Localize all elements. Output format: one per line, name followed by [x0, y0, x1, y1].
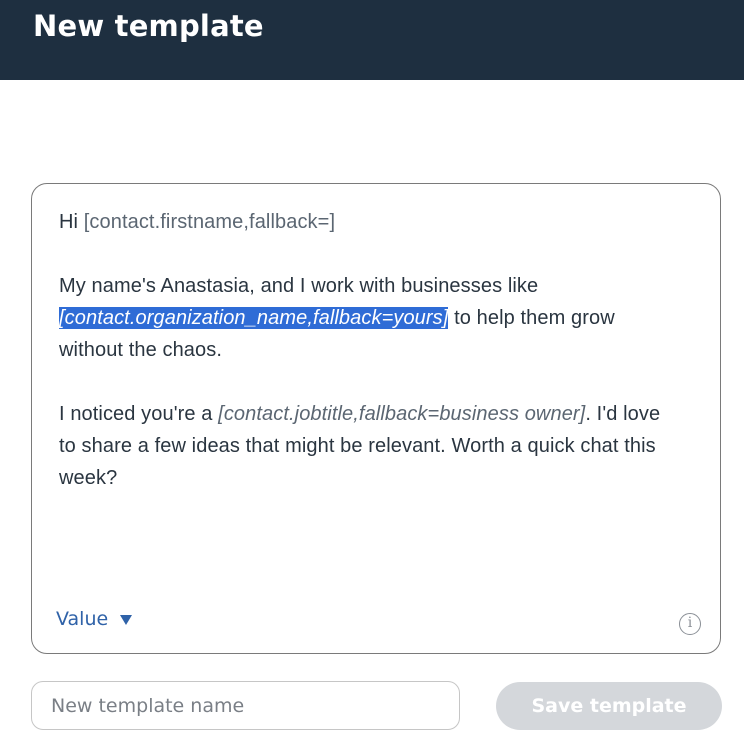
- caret-down-icon: [120, 614, 133, 625]
- info-icon[interactable]: i: [679, 613, 701, 635]
- intro-line-3: without the chaos.: [59, 339, 223, 361]
- intro-line-1: My name's Anastasia, and I work with bus…: [59, 275, 539, 297]
- firstname-placeholder-token[interactable]: [contact.firstname,fallback=]: [84, 211, 335, 233]
- header-accent-line: [0, 80, 32, 82]
- save-template-button[interactable]: Save template: [496, 682, 722, 730]
- template-body-editor[interactable]: Hi [contact.firstname,fallback=] My name…: [31, 183, 721, 654]
- intro-line-2: [contact.organization_name,fallback=your…: [59, 302, 699, 334]
- page-title: New template: [33, 9, 264, 43]
- pitch-line-2: to share a few ideas that might be relev…: [59, 435, 656, 457]
- pitch-line-3: week?: [59, 467, 118, 489]
- organization-placeholder-token-selected[interactable]: [contact.organization_name,fallback=your…: [59, 307, 449, 329]
- greeting-text: Hi: [59, 211, 84, 233]
- pitch-line-1-prefix: I noticed you're a: [59, 403, 219, 425]
- intro-line-2-suffix: to help them grow: [448, 307, 615, 329]
- greeting-line: Hi [contact.firstname,fallback=]: [59, 206, 699, 238]
- value-dropdown[interactable]: Value: [56, 608, 133, 630]
- pitch-line-1-suffix: . I'd love: [585, 403, 661, 425]
- header-bar: New template: [0, 0, 744, 80]
- template-body-text[interactable]: Hi [contact.firstname,fallback=] My name…: [59, 206, 699, 494]
- pitch-line-1: I noticed you're a [contact.jobtitle,fal…: [59, 398, 699, 430]
- template-name-input[interactable]: [31, 681, 460, 730]
- jobtitle-placeholder-token[interactable]: [contact.jobtitle,fallback=business owne…: [218, 403, 585, 425]
- value-dropdown-label: Value: [56, 608, 109, 630]
